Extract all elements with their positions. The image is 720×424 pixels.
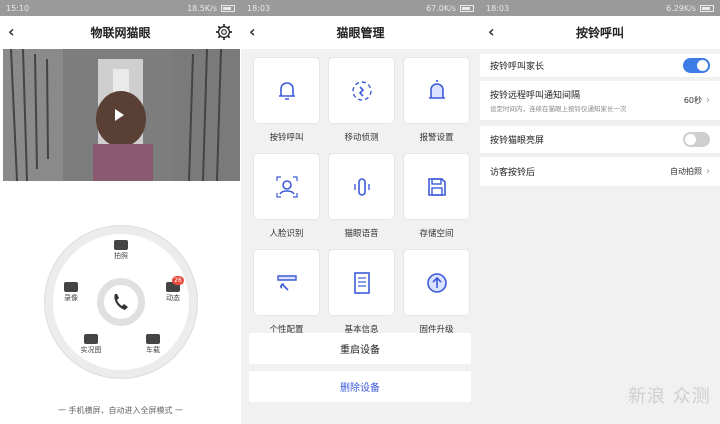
- page-title: 按铃呼叫: [575, 26, 624, 40]
- camera-icon: [114, 240, 128, 250]
- grid-item-motion-detect[interactable]: 移动侦测: [328, 58, 395, 143]
- voice-icon: [353, 177, 370, 196]
- status-bar: 15:10 18.5K/s: [0, 0, 241, 16]
- record-button[interactable]: 录像: [56, 282, 86, 303]
- status-bar: 18:03 6.29K/s: [480, 0, 720, 16]
- net-speed: 18.5K/s: [187, 3, 217, 13]
- snapshot-button[interactable]: 拍照: [106, 240, 136, 261]
- call-button[interactable]: [97, 278, 145, 326]
- title-bar: ‹ 物联网猫眼: [0, 16, 241, 49]
- status-time: 18:03: [486, 3, 510, 13]
- grid-item-storage[interactable]: 存储空间: [403, 154, 470, 239]
- upgrade-icon: [426, 272, 447, 293]
- page-title: 猫眼管理: [336, 26, 385, 40]
- panel-cateye: 15:10 18.5K/s ‹ 物联网猫眼 拍照 录像 动态 26 实况图 车载…: [0, 0, 241, 424]
- notification-badge: 26: [172, 276, 184, 285]
- live-image-button[interactable]: 实况图: [76, 334, 106, 355]
- battery-icon: [700, 4, 714, 12]
- restart-device-button[interactable]: 重启设备: [249, 333, 471, 364]
- grid-item-firmware-upgrade[interactable]: 固件升级: [403, 250, 470, 335]
- grid-item-ring-call[interactable]: 按铃呼叫: [253, 58, 320, 143]
- motion-icon: [351, 80, 372, 101]
- bell-icon: [278, 81, 295, 100]
- screen-on-toggle[interactable]: [683, 132, 710, 147]
- video-camera-icon: [64, 282, 78, 292]
- title-bar: ‹ 猫眼管理: [241, 16, 480, 49]
- image-icon: [84, 334, 98, 344]
- grid-item-personal-config[interactable]: 个性配置: [253, 250, 320, 335]
- config-icon: [276, 274, 297, 291]
- dynamic-button[interactable]: 动态: [158, 282, 188, 303]
- after-ring-value: 自动拍照: [670, 167, 702, 176]
- grid-item-cateye-voice[interactable]: 猫眼语音: [328, 154, 395, 239]
- battery-icon: [221, 4, 235, 12]
- status-time: 18:03: [247, 3, 271, 13]
- grid-item-basic-info[interactable]: 基本信息: [328, 250, 395, 335]
- delete-device-button[interactable]: 删除设备: [249, 371, 471, 402]
- row-after-ring[interactable]: 访客按铃后 自动拍照 ›: [480, 157, 720, 187]
- face-icon: [275, 175, 298, 198]
- back-icon[interactable]: ‹: [249, 24, 256, 40]
- title-bar: ‹ 按铃呼叫: [480, 16, 720, 49]
- video-preview[interactable]: [3, 49, 240, 181]
- back-icon[interactable]: ‹: [488, 24, 495, 40]
- panel-management: 18:03 67.0K/s ‹ 猫眼管理 按铃呼叫 移动侦测 报警设置 人脸识别…: [241, 0, 480, 424]
- grid-item-face-recognition[interactable]: 人脸识别: [253, 154, 320, 239]
- info-icon: [353, 271, 370, 294]
- row-notify-parent[interactable]: 按铃呼叫家长: [480, 54, 720, 78]
- storage-icon: [427, 177, 446, 196]
- row-notify-interval[interactable]: 按铃远程呼叫通知间隔 设定时间内，连续在猫眼上按铃仅通知家长一次 60秒 ›: [480, 81, 720, 121]
- page-title: 物联网猫眼: [90, 26, 151, 40]
- alarm-icon: [428, 79, 445, 99]
- row-screen-on[interactable]: 按铃猫眼亮屏: [480, 126, 720, 154]
- watermark: 新浪 众测: [628, 386, 711, 407]
- notify-parent-toggle[interactable]: [683, 58, 710, 73]
- chevron-right-icon: ›: [706, 166, 710, 177]
- panel-ring-call: 18:03 6.29K/s ‹ 按铃呼叫 按铃呼叫家长 按铃远程呼叫通知间隔 设…: [480, 0, 720, 424]
- interval-value: 60秒: [683, 96, 702, 105]
- chevron-right-icon: ›: [706, 95, 710, 106]
- net-speed: 67.0K/s: [426, 3, 456, 13]
- back-icon[interactable]: ‹: [8, 24, 15, 40]
- status-time: 15:10: [6, 3, 30, 13]
- gear-icon[interactable]: [215, 23, 233, 41]
- play-icon[interactable]: [115, 109, 124, 121]
- status-bar: 18:03 67.0K/s: [241, 0, 480, 16]
- net-speed: 6.29K/s: [666, 3, 696, 13]
- grid-item-alarm-settings[interactable]: 报警设置: [403, 58, 470, 143]
- car-button[interactable]: 车载: [138, 334, 168, 355]
- car-icon: [146, 334, 160, 344]
- phone-icon: [114, 294, 128, 310]
- battery-icon: [460, 4, 474, 12]
- landscape-hint: 一 手机横屏，自动进入全屏模式 一: [57, 406, 184, 415]
